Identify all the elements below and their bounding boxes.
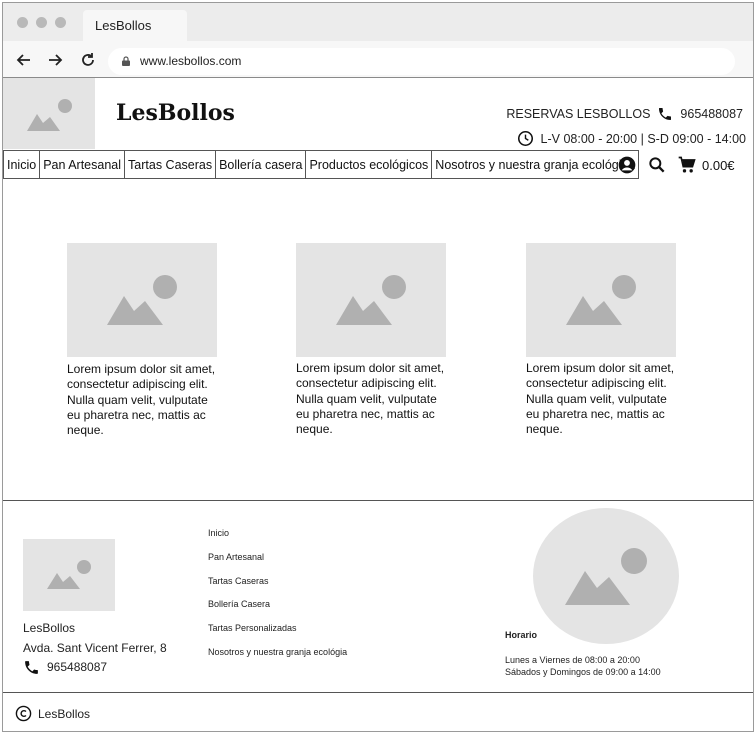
menu-item-bolleria-casera[interactable]: Bollería casera bbox=[215, 151, 307, 179]
clock-icon bbox=[517, 130, 533, 147]
footer-circle-image[interactable] bbox=[533, 508, 679, 644]
reservations-info: RESERVAS LESBOLLOS 965488087 bbox=[506, 106, 743, 122]
brand-title[interactable]: LesBollos bbox=[116, 100, 235, 126]
phone-icon bbox=[659, 108, 672, 120]
image-placeholder-icon bbox=[107, 275, 177, 325]
card-text: Lorem ipsum dolor sit amet, consectetur … bbox=[67, 362, 216, 438]
url-text: www.lesbollos.com bbox=[140, 54, 242, 68]
hours-text: L-V 08:00 - 20:00 | S-D 09:00 - 14:00 bbox=[540, 131, 746, 146]
copyright: LesBollos bbox=[15, 705, 90, 722]
footer-name: LesBollos bbox=[23, 621, 76, 635]
phone-icon bbox=[25, 661, 38, 675]
header-phone[interactable]: 965488087 bbox=[680, 107, 743, 121]
header-actions: 0.00€ bbox=[617, 155, 735, 175]
image-placeholder-icon bbox=[565, 548, 647, 605]
menu-item-pan-artesanal[interactable]: Pan Artesanal bbox=[39, 151, 126, 179]
search-icon[interactable] bbox=[647, 155, 667, 175]
reload-icon[interactable] bbox=[79, 51, 97, 69]
footer-contact: LesBollos Avda. Sant Vicent Ferrer, 8 96… bbox=[23, 619, 167, 678]
product-card[interactable]: Lorem ipsum dolor sit amet, consectetur … bbox=[67, 243, 222, 438]
cart-total[interactable]: 0.00€ bbox=[702, 158, 735, 173]
footer-divider bbox=[3, 500, 753, 501]
copyright-text: LesBollos bbox=[38, 706, 91, 721]
schedule-title: Horario bbox=[505, 630, 538, 640]
image-placeholder-icon bbox=[566, 275, 636, 325]
card-text: Lorem ipsum dolor sit amet, consectetur … bbox=[526, 361, 675, 437]
image-placeholder-icon bbox=[47, 560, 91, 589]
footer-phone-row: 965488087 bbox=[23, 658, 167, 678]
opening-hours: L-V 08:00 - 20:00 | S-D 09:00 - 14:00 bbox=[517, 130, 746, 147]
back-arrow-icon[interactable] bbox=[15, 51, 33, 69]
site-header: LesBollos RESERVAS LESBOLLOS 965488087 L… bbox=[3, 78, 753, 150]
card-image[interactable] bbox=[296, 243, 446, 357]
url-field[interactable]: www.lesbollos.com bbox=[108, 48, 735, 75]
browser-tab[interactable]: LesBollos bbox=[83, 10, 187, 41]
card-text: Lorem ipsum dolor sit amet, consectetur … bbox=[296, 361, 445, 437]
footer-link[interactable]: Tartas Personalizadas bbox=[208, 623, 347, 647]
schedule-weekend: Sábados y Domingos de 09:00 a 14:00 bbox=[505, 667, 661, 677]
main-menu: Inicio Pan Artesanal Tartas Caseras Boll… bbox=[3, 150, 639, 180]
menu-item-tartas-caseras[interactable]: Tartas Caseras bbox=[124, 151, 217, 179]
schedule-lines: Lunes a Viernes de 08:00 a 20:00 Sábados… bbox=[505, 654, 661, 678]
footer-bottom-divider bbox=[3, 692, 753, 693]
reservations-label: RESERVAS LESBOLLOS bbox=[506, 107, 651, 121]
header-logo[interactable] bbox=[3, 78, 95, 149]
maximize-dot[interactable] bbox=[55, 17, 66, 28]
footer-link[interactable]: Tartas Caseras bbox=[208, 576, 347, 600]
footer-address: Avda. Sant Vicent Ferrer, 8 bbox=[23, 640, 167, 655]
minimize-dot[interactable] bbox=[36, 17, 47, 28]
footer-logo[interactable] bbox=[23, 539, 115, 611]
image-placeholder-icon bbox=[336, 275, 406, 325]
footer-link[interactable]: Bollería Casera bbox=[208, 599, 347, 623]
address-bar-row: www.lesbollos.com bbox=[3, 41, 753, 78]
footer-phone[interactable]: 965488087 bbox=[47, 658, 107, 678]
footer-links: Inicio Pan Artesanal Tartas Caseras Boll… bbox=[208, 528, 347, 671]
menu-item-inicio[interactable]: Inicio bbox=[3, 151, 41, 179]
footer-link[interactable]: Pan Artesanal bbox=[208, 552, 347, 576]
cart-icon[interactable] bbox=[677, 155, 697, 175]
forward-arrow-icon[interactable] bbox=[46, 51, 64, 69]
product-card[interactable]: Lorem ipsum dolor sit amet, consectetur … bbox=[296, 243, 451, 437]
footer-link[interactable]: Inicio bbox=[208, 528, 347, 552]
menu-item-nosotros[interactable]: Nosotros y nuestra granja ecológica bbox=[431, 151, 639, 179]
card-image[interactable] bbox=[67, 243, 217, 357]
footer-link[interactable]: Nosotros y nuestra granja ecológia bbox=[208, 647, 347, 671]
copyright-icon bbox=[15, 705, 32, 722]
schedule-weekdays: Lunes a Viernes de 08:00 a 20:00 bbox=[505, 655, 640, 665]
menu-item-productos-ecologicos[interactable]: Productos ecológicos bbox=[305, 151, 433, 179]
account-icon[interactable] bbox=[617, 155, 637, 175]
card-image[interactable] bbox=[526, 243, 676, 357]
browser-window: LesBollos www.lesbollos.com LesBollos RE… bbox=[2, 2, 754, 732]
lock-icon bbox=[122, 56, 130, 66]
image-placeholder-icon bbox=[27, 99, 72, 131]
product-card[interactable]: Lorem ipsum dolor sit amet, consectetur … bbox=[526, 243, 681, 437]
tab-bar: LesBollos bbox=[3, 3, 753, 41]
close-dot[interactable] bbox=[17, 17, 28, 28]
